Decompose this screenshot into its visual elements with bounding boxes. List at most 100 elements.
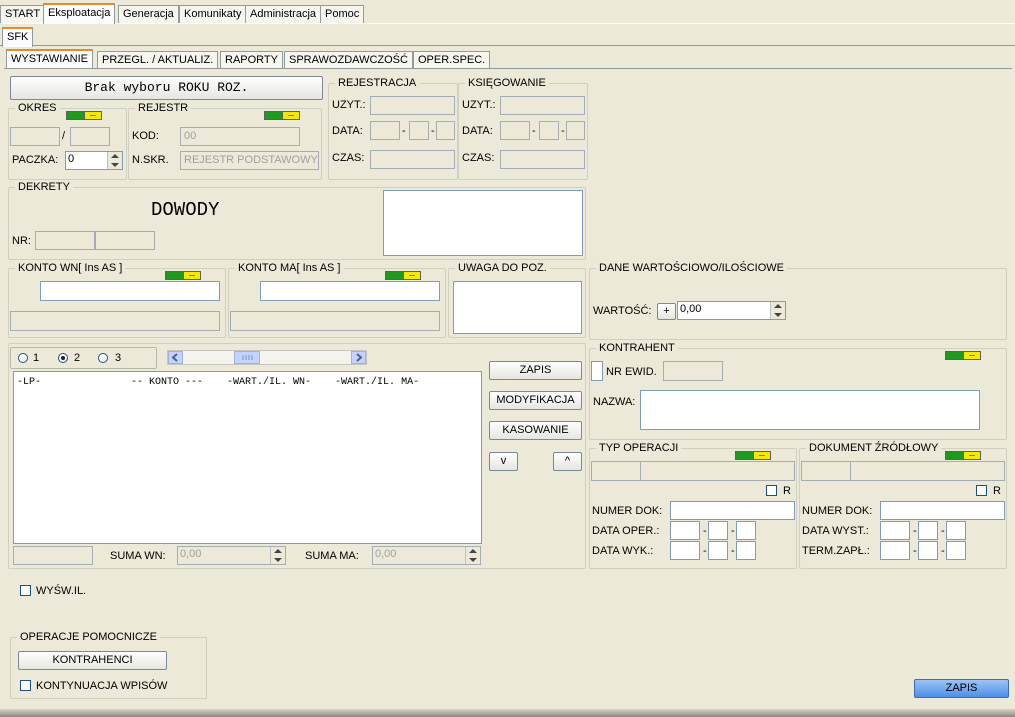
kod-field[interactable]: 00 [180, 127, 300, 146]
rejestracja-day-field[interactable] [370, 121, 400, 140]
dokument-r-checkbox[interactable] [976, 485, 987, 496]
paczka-stepper[interactable]: 0 [65, 151, 123, 170]
year-select-button[interactable]: Brak wyboru ROKU ROZ. [10, 76, 323, 100]
date-sep: - [731, 545, 735, 557]
ksiegowanie-uzyt-field[interactable] [500, 96, 585, 115]
dekrety-notes-box[interactable] [383, 190, 583, 256]
menu-eksploatacja[interactable]: Eksploatacja [43, 3, 116, 24]
ksiegowanie-sep: - [532, 125, 536, 137]
nazwa-field[interactable] [640, 390, 980, 430]
typ-operacji-code-field[interactable] [591, 461, 641, 481]
tab-wystawianie[interactable]: WYSTAWIANIE [6, 49, 93, 69]
module-tab-sfk[interactable]: SFK [2, 27, 34, 47]
rejestr-title: REJESTR [135, 102, 192, 114]
nr-field-1[interactable] [35, 231, 95, 250]
menu-komunikaty[interactable]: Komunikaty [179, 5, 247, 23]
kontynuacja-checkbox[interactable] [20, 680, 31, 691]
typ-operacji-title: TYP OPERACJI [596, 442, 682, 454]
rejestr-indicator-icon[interactable] [264, 111, 300, 120]
ksiegowanie-data-label: DATA: [462, 125, 493, 137]
dokument-title: DOKUMENT ŹRÓDŁOWY [806, 442, 942, 454]
data-wyk-year[interactable] [736, 541, 756, 560]
wartosc-stepper[interactable]: 0,00 [677, 301, 786, 320]
window-bottom-edge [0, 709, 1015, 717]
data-oper-year[interactable] [736, 521, 756, 540]
tab-raporty[interactable]: RAPORTY [220, 51, 283, 69]
paczka-value: 0 [68, 153, 75, 165]
kontrahent-select-box[interactable] [591, 361, 603, 381]
ksiegowanie-czas-field[interactable] [500, 150, 585, 169]
term-zapl-year[interactable] [946, 541, 966, 560]
ksiegowanie-sep: - [561, 125, 565, 137]
wartosc-value: 0,00 [680, 303, 702, 315]
dane-title: DANE WARTOŚCIOWO/ILOŚCIOWE [596, 262, 787, 274]
kontrahent-indicator-icon[interactable] [945, 351, 981, 360]
okres-indicator-icon[interactable] [66, 111, 102, 120]
term-zapl-day[interactable] [880, 541, 910, 560]
operacje-title: OPERACJE POMOCNICZE [17, 631, 160, 643]
ksiegowanie-title: KSIĘGOWANIE [465, 77, 549, 89]
kontrahenci-button[interactable]: KONTRAHENCI [18, 651, 167, 670]
nr-ewid-label: NR EWID. [606, 366, 657, 378]
rejestracja-year-field[interactable] [436, 121, 455, 140]
menu-pomoc[interactable]: Pomoc [320, 5, 365, 23]
data-wyk-day[interactable] [670, 541, 700, 560]
okres-month-field[interactable] [10, 127, 60, 146]
dokument-indicator-icon[interactable] [945, 451, 981, 460]
nskr-label: N.SKR. [132, 154, 169, 166]
dokument-code-field[interactable] [801, 461, 851, 481]
dokument-desc-field[interactable] [850, 461, 1005, 481]
typ-operacji-indicator-icon[interactable] [735, 451, 771, 460]
rejestracja-czas-field[interactable] [370, 150, 455, 169]
rejestracja-uzyt-field[interactable] [370, 96, 455, 115]
data-oper-month[interactable] [708, 521, 728, 540]
okres-year-field[interactable] [70, 127, 110, 146]
rejestracja-month-field[interactable] [409, 121, 429, 140]
menu-generacja[interactable]: Generacja [118, 5, 179, 23]
ksiegowanie-year-field[interactable] [566, 121, 585, 140]
date-sep: - [703, 525, 707, 537]
data-wyst-year[interactable] [946, 521, 966, 540]
typ-numer-dok-field[interactable] [670, 501, 795, 520]
data-wyst-day[interactable] [880, 521, 910, 540]
date-sep: - [941, 525, 945, 537]
okres-slash: / [62, 130, 66, 142]
bottom-zapis-button[interactable]: ZAPIS [914, 679, 1009, 698]
konto-ma-input[interactable] [260, 281, 440, 301]
data-wyst-month[interactable] [918, 521, 938, 540]
wysw-il-checkbox[interactable] [20, 585, 31, 596]
konto-wn-input[interactable] [40, 281, 220, 301]
term-zapl-month[interactable] [918, 541, 938, 560]
ksiegowanie-month-field[interactable] [539, 121, 559, 140]
konto-ma-indicator-icon[interactable] [385, 271, 421, 280]
nr-field-2[interactable] [95, 231, 155, 250]
uwaga-textarea[interactable] [453, 281, 582, 334]
typ-operacji-desc-field[interactable] [640, 461, 795, 481]
rejestracja-uzyt-label: UZYT.: [332, 99, 366, 111]
tab-przegl-aktualiz[interactable]: PRZEGL. / AKTUALIZ. [97, 51, 219, 69]
dokument-r-label: R [993, 485, 1001, 497]
dok-numer-dok-field[interactable] [880, 501, 1005, 520]
nskr-field[interactable]: REJESTR PODSTAWOWY [180, 151, 319, 170]
main-menu-bar: START Eksploatacja Generacja Komunikaty … [0, 0, 1015, 24]
rejestracja-czas-label: CZAS: [332, 152, 365, 164]
ksiegowanie-day-field[interactable] [500, 121, 530, 140]
nr-label: NR: [12, 235, 31, 247]
menu-start[interactable]: START [0, 5, 46, 23]
tab-sprawozdawczosc[interactable]: SPRAWOZDAWCZOŚĆ [284, 51, 413, 69]
data-wyk-month[interactable] [708, 541, 728, 560]
wartosc-label: WARTOŚĆ: [593, 305, 652, 317]
date-sep: - [703, 545, 707, 557]
data-wyk-label: DATA WYK.: [592, 545, 654, 557]
dok-numer-dok-label: NUMER DOK: [802, 505, 873, 517]
typ-operacji-r-checkbox[interactable] [766, 485, 777, 496]
rejestracja-data-label: DATA: [332, 125, 363, 137]
konto-ma-title: KONTO MA[ Ins AS ] [235, 262, 344, 274]
tab-oper-spec[interactable]: OPER.SPEC. [413, 51, 491, 69]
wartosc-plus-button[interactable]: + [657, 303, 676, 320]
menu-administracja[interactable]: Administracja [245, 5, 322, 23]
nr-ewid-field[interactable] [663, 361, 723, 381]
ksiegowanie-czas-label: CZAS: [462, 152, 495, 164]
konto-wn-indicator-icon[interactable] [165, 271, 201, 280]
data-oper-day[interactable] [670, 521, 700, 540]
